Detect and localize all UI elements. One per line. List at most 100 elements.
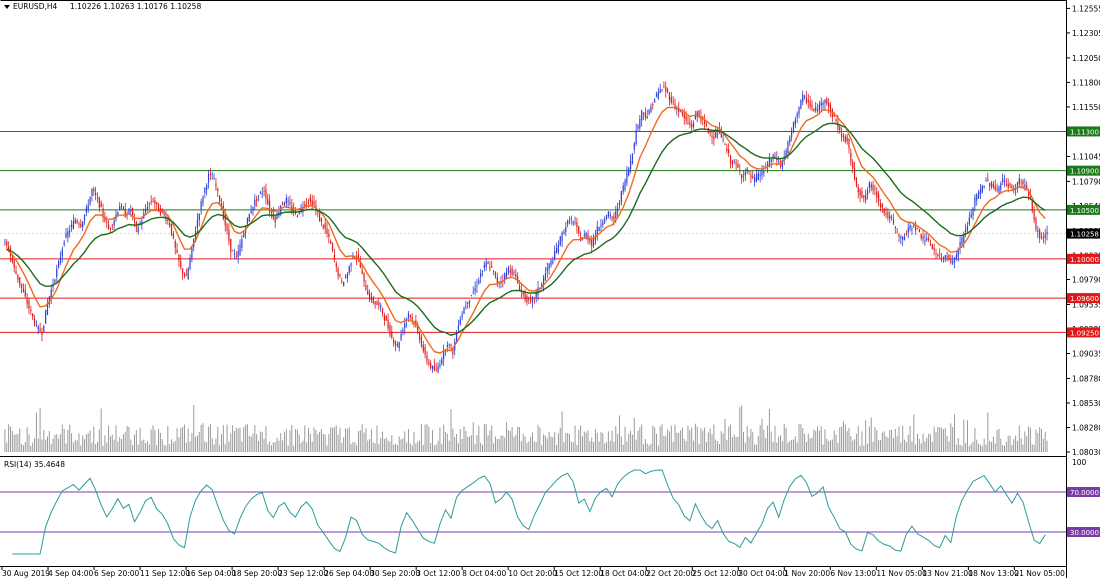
chart-canvas[interactable]: 1.12555 1.12305 1.12050 1.11800 1.11550 1.113… bbox=[0, 0, 1100, 578]
time-tick-label: 21 Nov 05:00 bbox=[1014, 569, 1065, 578]
candle-body bbox=[170, 223, 173, 235]
candle-body bbox=[319, 213, 321, 222]
candle-body bbox=[76, 220, 78, 223]
candle-body bbox=[977, 192, 980, 199]
candle-body bbox=[933, 247, 935, 250]
candle-body bbox=[246, 217, 249, 224]
candle-body bbox=[809, 101, 811, 107]
candle-body bbox=[63, 242, 65, 245]
candle-body bbox=[328, 234, 330, 237]
candle-body bbox=[598, 227, 600, 232]
rsi-tick-label: 70.0000 bbox=[1070, 489, 1099, 497]
candle-body bbox=[463, 308, 465, 314]
candle-body bbox=[716, 133, 719, 136]
candle-body bbox=[85, 207, 87, 213]
candle-body bbox=[944, 255, 946, 259]
candle-body bbox=[350, 262, 352, 266]
price-tick-label: 1.09790 bbox=[1072, 275, 1100, 284]
candle-body bbox=[174, 241, 176, 248]
candle-body bbox=[628, 167, 630, 176]
candle-body bbox=[565, 227, 567, 232]
candle-body bbox=[404, 323, 406, 328]
candle-body bbox=[968, 217, 970, 224]
candle-body bbox=[713, 136, 715, 140]
candle-body bbox=[69, 230, 71, 233]
candle-body bbox=[467, 302, 469, 304]
candle-body bbox=[785, 150, 787, 156]
candle-body bbox=[163, 214, 165, 215]
price-tick-label: 1.11045 bbox=[1072, 152, 1100, 161]
candle-body bbox=[107, 224, 110, 230]
candle-body bbox=[250, 211, 252, 213]
candle-body bbox=[493, 270, 495, 272]
candle-body bbox=[28, 300, 30, 309]
ohlc-readout: 1.10226 1.10263 1.10176 1.10258 bbox=[70, 2, 201, 11]
candle-body bbox=[626, 172, 628, 184]
candle-body bbox=[685, 116, 687, 121]
candle-body bbox=[591, 239, 593, 247]
level-tag-label: 1.10900 bbox=[1070, 168, 1099, 176]
candle-body bbox=[733, 161, 735, 163]
candle-body bbox=[574, 222, 576, 224]
candle-body bbox=[237, 250, 239, 258]
candle-body bbox=[866, 190, 869, 196]
candle-body bbox=[474, 287, 476, 292]
candle-body bbox=[209, 173, 211, 175]
candle-body bbox=[470, 295, 472, 297]
candle-body bbox=[939, 254, 941, 256]
candle-body bbox=[835, 119, 837, 122]
candle-body bbox=[178, 254, 180, 262]
candle-body bbox=[622, 185, 624, 192]
candle-body bbox=[287, 200, 289, 202]
candle-body bbox=[931, 244, 933, 250]
candle-body bbox=[1039, 230, 1041, 239]
candle-body bbox=[583, 234, 585, 236]
candle-body bbox=[98, 197, 100, 208]
chart-window[interactable]: 1.12555 1.12305 1.12050 1.11800 1.11550 1.113… bbox=[0, 0, 1100, 578]
candle-body bbox=[924, 240, 926, 241]
time-tick-label: 23 Sep 12:00 bbox=[278, 569, 328, 578]
candle-body bbox=[926, 238, 928, 241]
price-tick-label: 1.09035 bbox=[1072, 349, 1100, 358]
candle-body bbox=[348, 266, 350, 273]
candle-body bbox=[439, 364, 441, 367]
candle-body bbox=[204, 187, 206, 193]
candle-body bbox=[43, 325, 45, 332]
candle-body bbox=[468, 300, 471, 303]
candle-body bbox=[285, 197, 287, 204]
candle-body bbox=[156, 201, 158, 205]
price-tick-label: 1.11550 bbox=[1072, 103, 1100, 112]
candle-body bbox=[4, 241, 6, 243]
time-tick-label: 6 Sep 20:00 bbox=[94, 569, 140, 578]
candle-body bbox=[996, 188, 998, 191]
candle-body bbox=[839, 126, 841, 130]
candle-body bbox=[481, 270, 484, 272]
candle-body bbox=[361, 269, 363, 274]
candle-body bbox=[611, 216, 613, 218]
candle-body bbox=[729, 155, 732, 164]
candle-body bbox=[848, 139, 850, 149]
price-tick-label: 1.08280 bbox=[1072, 423, 1100, 432]
level-tag-label: 1.09250 bbox=[1070, 329, 1099, 337]
candle-body bbox=[389, 324, 391, 336]
candle-body bbox=[491, 266, 493, 267]
candle-body bbox=[122, 207, 124, 210]
level-tag-label: 1.09600 bbox=[1070, 295, 1099, 303]
candle-body bbox=[1035, 218, 1037, 230]
candle-body bbox=[811, 104, 813, 109]
candle-body bbox=[987, 179, 989, 181]
candle-body bbox=[905, 233, 907, 235]
candle-body bbox=[22, 288, 25, 293]
candle-body bbox=[409, 315, 411, 317]
candle-body bbox=[148, 203, 150, 204]
candle-body bbox=[59, 256, 62, 263]
candle-body bbox=[20, 283, 23, 288]
candle-body bbox=[918, 229, 920, 233]
candle-body bbox=[1044, 234, 1046, 238]
candle-body bbox=[120, 205, 123, 207]
time-tick-label: 22 Oct 20:00 bbox=[646, 569, 695, 578]
candle-body bbox=[441, 358, 443, 364]
candle-body bbox=[418, 332, 421, 340]
candle-body bbox=[683, 113, 685, 119]
candle-body bbox=[965, 229, 967, 233]
